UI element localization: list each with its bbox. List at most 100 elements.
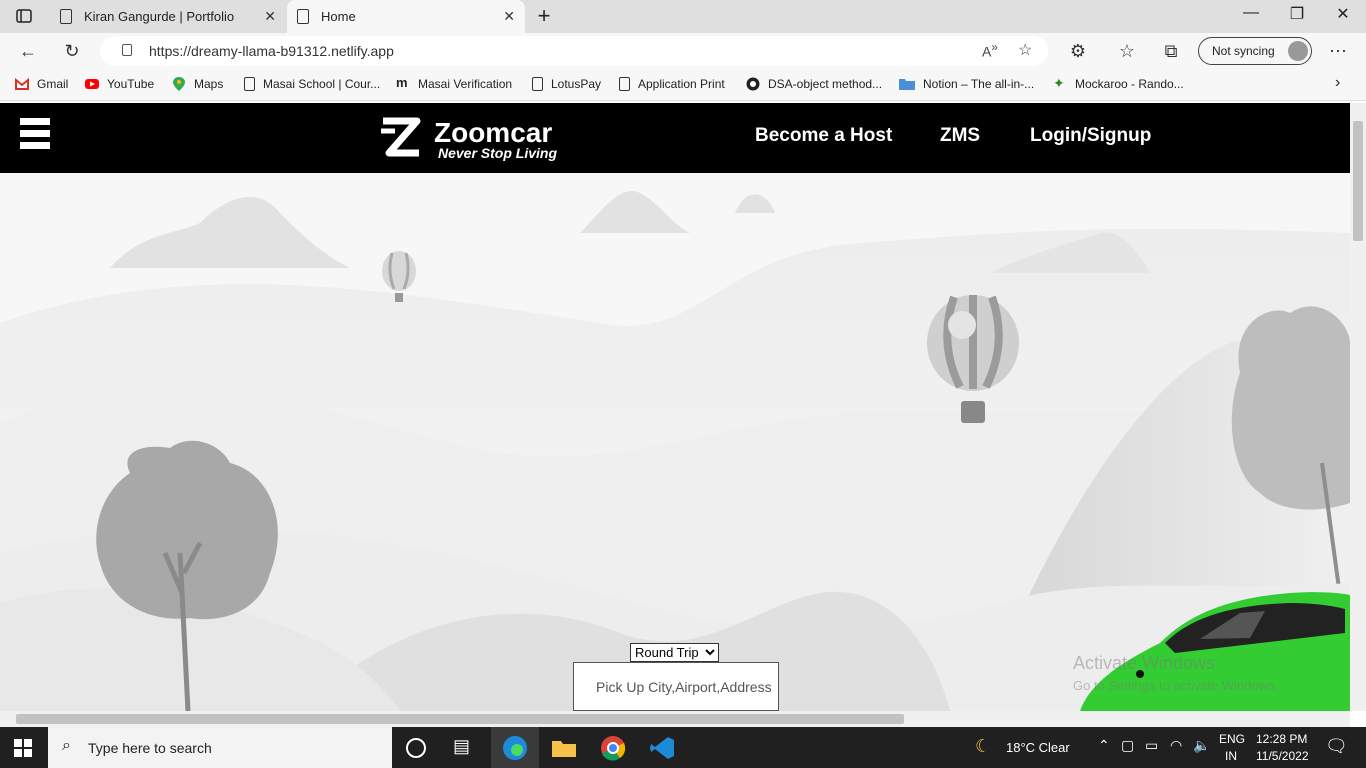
battery-icon[interactable]: ▭	[1145, 737, 1158, 754]
bookmark-label: Maps	[194, 77, 224, 91]
bookmark-label: Masai Verification	[418, 77, 513, 91]
bookmark-label: DSA-object method...	[768, 77, 883, 91]
add-favorite-icon[interactable]: ☆	[1018, 40, 1032, 60]
browser-tab-strip: Kiran Gangurde | Portfolio ✕ Home ✕ + — …	[0, 0, 1366, 33]
maps-icon	[173, 77, 185, 91]
bookmark-gmail[interactable]: Gmail	[15, 77, 68, 91]
close-tab-icon[interactable]: ✕	[503, 8, 515, 25]
activate-windows-subtitle: Go to Settings to activate Windows.	[1073, 678, 1279, 693]
bookmark-label: Masai School | Cour...	[263, 77, 381, 91]
avatar	[1288, 41, 1308, 61]
bookmarks-bar: Gmail YouTube Maps Masai School | Cour..…	[0, 69, 1366, 101]
taskbar-time[interactable]: 12:28 PM	[1256, 732, 1307, 746]
volume-icon[interactable]: 🔈	[1193, 737, 1210, 754]
weather-moon-icon: ☾	[975, 736, 992, 756]
sync-button[interactable]: Not syncing	[1198, 37, 1312, 65]
read-aloud-icon[interactable]: A»	[982, 41, 998, 60]
bookmark-masai-verification[interactable]: m Masai Verification	[396, 75, 513, 91]
close-tab-icon[interactable]: ✕	[264, 8, 276, 25]
bookmark-maps[interactable]: Maps	[172, 77, 223, 91]
show-hidden-icons-icon[interactable]: ⌃	[1098, 737, 1110, 754]
bookmark-notion[interactable]: Notion – The all-in-...	[899, 77, 1034, 91]
back-icon[interactable]: ←	[17, 40, 39, 62]
bookmark-label: Application Print	[638, 77, 725, 91]
bookmark-mockaroo[interactable]: ✦ Mockaroo - Rando...	[1053, 75, 1184, 91]
nav-login-signup[interactable]: Login/Signup	[1030, 125, 1151, 147]
webpage: Zoomcar Never Stop Living Become a Host …	[0, 103, 1350, 711]
cortana-icon[interactable]	[406, 738, 426, 758]
nav-zms[interactable]: ZMS	[940, 125, 980, 147]
page-icon	[297, 9, 309, 24]
new-tab-icon[interactable]: +	[534, 3, 554, 28]
windows-taskbar: ⌕ Type here to search ▤ ☾ 18°C Clear ⌃ ▢…	[0, 727, 1366, 768]
tab-title: Kiran Gangurde | Portfolio	[84, 9, 235, 24]
bookmark-label: Gmail	[37, 77, 69, 91]
scrollbar-thumb[interactable]	[1353, 121, 1363, 241]
taskbar-search-box[interactable]: ⌕ Type here to search	[48, 727, 392, 768]
page-icon	[532, 77, 543, 91]
browser-tab-home[interactable]: Home ✕	[287, 0, 525, 33]
wifi-icon[interactable]: ◠	[1170, 737, 1182, 754]
weather-text[interactable]: 18°C Clear	[1006, 740, 1070, 755]
bookmarks-overflow-icon[interactable]: ›	[1335, 74, 1340, 92]
search-icon: ⌕	[62, 737, 71, 754]
horizontal-scrollbar[interactable]	[0, 711, 1350, 727]
language-indicator[interactable]: ENG	[1219, 732, 1245, 746]
folder-icon	[899, 79, 915, 90]
zoomcar-z-icon	[381, 117, 421, 157]
page-icon	[619, 77, 630, 91]
bookmark-label: Notion – The all-in-...	[923, 77, 1035, 91]
browser-toolbar: ← ↻ https://dreamy-llama-b91312.netlify.…	[0, 33, 1366, 69]
extensions-icon[interactable]: ⚙	[1067, 40, 1089, 62]
collections-icon[interactable]: ⧉	[1160, 40, 1182, 62]
vscode-icon[interactable]	[649, 735, 675, 761]
chrome-icon[interactable]	[600, 735, 626, 761]
edge-icon[interactable]	[502, 735, 528, 761]
minimize-icon[interactable]: —	[1228, 4, 1274, 22]
network-device-icon[interactable]: ▢	[1121, 737, 1134, 754]
mockaroo-icon: ✦	[1053, 75, 1065, 91]
bookmark-label: Mockaroo - Rando...	[1075, 77, 1184, 91]
restore-icon[interactable]: ❐	[1274, 4, 1320, 24]
lock-icon[interactable]	[122, 44, 132, 56]
brand-tagline: Never Stop Living	[438, 145, 558, 161]
bookmark-dsa-object[interactable]: DSA-object method...	[746, 77, 882, 91]
page-icon	[60, 9, 72, 24]
bookmark-label: YouTube	[107, 77, 155, 91]
refresh-icon[interactable]: ↻	[61, 40, 83, 62]
tab-actions-icon[interactable]	[14, 6, 34, 26]
nav-become-host[interactable]: Become a Host	[755, 125, 892, 147]
activate-windows-title: Activate Windows	[1073, 653, 1216, 673]
bookmark-masai-school[interactable]: Masai School | Cour...	[244, 77, 380, 91]
bookmark-label: LotusPay	[551, 77, 602, 91]
address-bar[interactable]: https://dreamy-llama-b91312.netlify.app …	[100, 36, 1048, 66]
pickup-location-input[interactable]	[573, 662, 779, 711]
trip-type-select[interactable]: Round Trip	[630, 643, 719, 662]
scrollbar-thumb[interactable]	[16, 714, 904, 724]
url-text[interactable]: https://dreamy-llama-b91312.netlify.app	[149, 43, 394, 59]
windows-start-icon[interactable]	[14, 739, 32, 757]
notifications-icon[interactable]: 🗨	[1325, 736, 1348, 757]
hamburger-menu-icon[interactable]	[20, 118, 50, 158]
region-indicator[interactable]: IN	[1225, 749, 1237, 763]
search-placeholder: Type here to search	[88, 739, 212, 756]
more-menu-icon[interactable]: ⋯	[1327, 40, 1349, 62]
vertical-scrollbar[interactable]	[1350, 103, 1366, 711]
tab-title: Home	[321, 9, 356, 24]
bookmark-lotuspay[interactable]: LotusPay	[532, 77, 601, 91]
github-icon	[746, 77, 760, 91]
bookmark-youtube[interactable]: YouTube	[85, 77, 154, 91]
masai-icon: m	[396, 75, 408, 90]
taskbar-date[interactable]: 11/5/2022	[1256, 749, 1309, 763]
page-icon	[244, 77, 255, 91]
file-explorer-icon[interactable]	[551, 735, 577, 761]
gmail-icon	[15, 77, 29, 90]
bookmark-application-print[interactable]: Application Print	[619, 77, 725, 91]
task-view-icon[interactable]: ▤	[453, 736, 479, 762]
browser-tab-portfolio[interactable]: Kiran Gangurde | Portfolio ✕	[50, 0, 286, 33]
site-header: Zoomcar Never Stop Living Become a Host …	[0, 103, 1350, 173]
favorites-icon[interactable]: ☆	[1116, 40, 1138, 62]
zoomcar-logo[interactable]: Zoomcar Never Stop Living	[379, 115, 579, 163]
sync-label: Not syncing	[1212, 44, 1275, 58]
close-window-icon[interactable]: ✕	[1320, 4, 1366, 24]
